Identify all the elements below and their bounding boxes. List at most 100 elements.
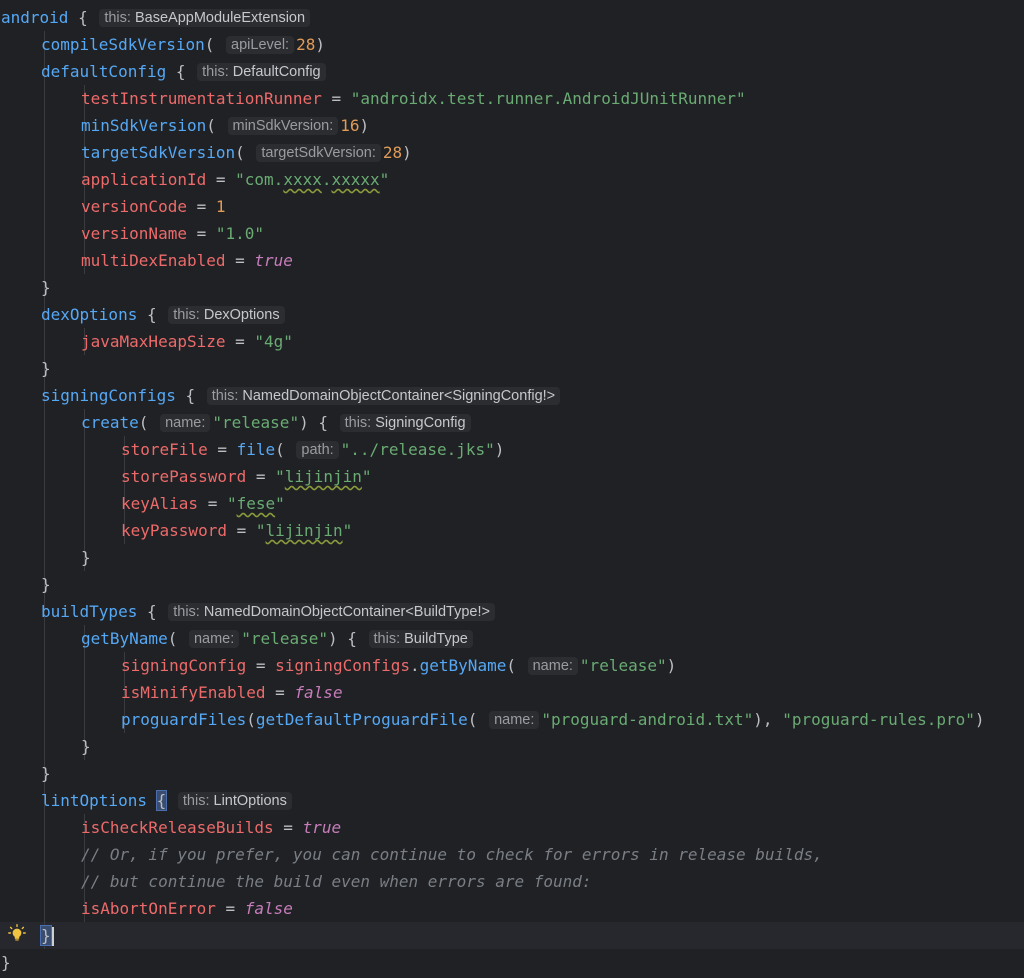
code-line[interactable]: versionName = "1.0" — [0, 220, 1024, 247]
code-token: " — [275, 494, 285, 513]
indent-guide — [44, 625, 45, 652]
code-text: compileSdkVersion( apiLevel: 28) — [41, 31, 325, 60]
inlay-hint-label: minSdkVersion: — [232, 118, 334, 134]
code-token: = — [225, 251, 255, 270]
indent-guide — [44, 139, 45, 166]
indent-guide — [44, 166, 45, 193]
code-token: " — [361, 467, 372, 486]
code-line[interactable]: isCheckReleaseBuilds = true — [0, 814, 1024, 841]
indent-guide — [44, 247, 45, 274]
code-line[interactable]: } — [0, 355, 1024, 382]
code-token: " — [275, 467, 285, 486]
code-token: } — [41, 278, 51, 297]
code-token: ) — [315, 35, 325, 54]
code-line[interactable]: } — [0, 544, 1024, 571]
indent-guide — [44, 193, 45, 220]
inlay-hint-label: name: — [494, 712, 535, 728]
code-line[interactable]: } — [0, 571, 1024, 598]
code-editor[interactable]: android { this: BaseAppModuleExtension co… — [0, 0, 1024, 978]
code-line[interactable]: compileSdkVersion( apiLevel: 28) — [0, 31, 1024, 58]
code-token: " — [342, 521, 353, 540]
inlay-hint: this: DefaultConfig — [197, 63, 326, 81]
code-text: } — [41, 571, 51, 598]
code-token: keyPassword — [121, 521, 227, 540]
code-token: 16 — [340, 116, 360, 135]
code-line[interactable]: getByName( name: "release") { this: Build… — [0, 625, 1024, 652]
code-token: ( — [506, 656, 526, 675]
code-token: // Or, if you prefer, you can continue t… — [81, 845, 823, 864]
indent-guide — [44, 409, 45, 436]
code-token: ( — [138, 413, 159, 432]
code-line[interactable]: testInstrumentationRunner = "androidx.te… — [0, 85, 1024, 112]
code-line[interactable]: signingConfig = signingConfigs.getByName… — [0, 652, 1024, 679]
code-token: isAbortOnError — [81, 899, 216, 918]
indent-guide — [44, 517, 45, 544]
code-token: ( — [246, 710, 256, 729]
code-token: "proguard-android.txt" — [541, 710, 754, 729]
code-text: multiDexEnabled = true — [81, 247, 293, 274]
code-line[interactable]: keyAlias = "fese" — [0, 490, 1024, 517]
code-text: dexOptions { this: DexOptions — [41, 301, 287, 330]
code-line[interactable]: storeFile = file( path: "../release.jks") — [0, 436, 1024, 463]
indent-guide — [44, 436, 45, 463]
code-token: } — [41, 764, 51, 783]
code-line[interactable]: keyPassword = "lijinjin" — [0, 517, 1024, 544]
code-line[interactable]: } — [0, 922, 1024, 949]
code-line[interactable]: defaultConfig { this: DefaultConfig — [0, 58, 1024, 85]
code-line[interactable]: dexOptions { this: DexOptions — [0, 301, 1024, 328]
code-line[interactable]: isMinifyEnabled = false — [0, 679, 1024, 706]
code-line[interactable]: } — [0, 949, 1024, 976]
code-token: storeFile — [121, 440, 208, 459]
code-line[interactable]: // Or, if you prefer, you can continue t… — [0, 841, 1024, 868]
code-text: getByName( name: "release") { this: Build… — [81, 625, 475, 654]
code-line[interactable]: lintOptions { this: LintOptions — [0, 787, 1024, 814]
code-line[interactable]: targetSdkVersion( targetSdkVersion: 28) — [0, 139, 1024, 166]
code-token: keyAlias — [121, 494, 199, 513]
inlay-hint: this: SigningConfig — [339, 414, 471, 432]
code-line[interactable]: minSdkVersion( minSdkVersion: 16) — [0, 112, 1024, 139]
code-token: fese — [236, 494, 276, 513]
code-text: defaultConfig { this: DefaultConfig — [41, 58, 328, 87]
code-line[interactable]: isAbortOnError = false — [0, 895, 1024, 922]
inlay-hint: targetSdkVersion: — [256, 144, 381, 162]
code-line[interactable]: buildTypes { this: NamedDomainObjectCont… — [0, 598, 1024, 625]
code-line[interactable]: } — [0, 274, 1024, 301]
code-token: isMinifyEnabled — [121, 683, 266, 702]
code-token: } — [1, 953, 11, 972]
code-token: signingConfigs — [275, 656, 410, 675]
code-line[interactable]: multiDexEnabled = true — [0, 247, 1024, 274]
code-line[interactable]: // but continue the build even when erro… — [0, 868, 1024, 895]
code-line[interactable]: versionCode = 1 — [0, 193, 1024, 220]
lightbulb-icon[interactable] — [8, 924, 26, 942]
code-token: "4g" — [254, 332, 293, 351]
code-line[interactable]: applicationId = "com.xxxx.xxxxx" — [0, 166, 1024, 193]
code-token: ) — [974, 710, 985, 729]
code-token: ( — [204, 35, 225, 54]
code-token: = — [225, 332, 255, 351]
code-token: " — [255, 521, 266, 540]
code-token: ) — [494, 440, 505, 459]
code-token: getByName — [81, 629, 168, 648]
code-text: } — [41, 760, 51, 787]
indent-guide — [44, 490, 45, 517]
code-text: keyAlias = "fese" — [121, 490, 285, 517]
code-token: file — [236, 440, 276, 459]
indent-guide — [44, 841, 45, 868]
code-line[interactable]: } — [0, 733, 1024, 760]
code-text: signingConfig = signingConfigs.getByName… — [121, 652, 676, 681]
code-text: isAbortOnError = false — [81, 895, 293, 922]
code-line[interactable]: } — [0, 760, 1024, 787]
code-line[interactable]: proguardFiles(getDefaultProguardFile( na… — [0, 706, 1024, 733]
indent-guide — [84, 436, 85, 463]
code-line[interactable]: javaMaxHeapSize = "4g" — [0, 328, 1024, 355]
inlay-hint: minSdkVersion: — [227, 117, 339, 135]
inlay-hint-label: name: — [532, 658, 573, 674]
code-line[interactable]: create( name: "release") { this: SigningC… — [0, 409, 1024, 436]
inlay-hint: name: — [160, 414, 211, 432]
code-line[interactable]: storePassword = "lijinjin" — [0, 463, 1024, 490]
code-line[interactable]: signingConfigs { this: NamedDomainObject… — [0, 382, 1024, 409]
code-line[interactable]: android { this: BaseAppModuleExtension — [0, 4, 1024, 31]
inlay-hint: this: DexOptions — [168, 306, 285, 324]
code-token: "com. — [235, 170, 284, 189]
